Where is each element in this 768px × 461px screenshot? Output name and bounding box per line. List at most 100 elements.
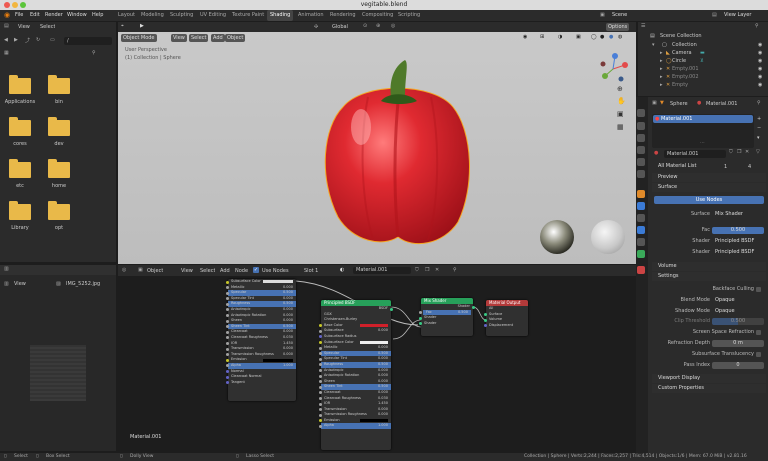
workspace-tab[interactable]: Scripting [395, 10, 423, 21]
visibility-icon[interactable]: ◉ [523, 34, 527, 40]
duplicate-icon[interactable]: ❐ [737, 149, 741, 155]
principled-bsdf-node[interactable]: Principled BSDF BSDF GGX Christensen-Bur… [319, 300, 393, 450]
scene-tab-icon[interactable] [637, 158, 645, 166]
sst-checkbox[interactable] [756, 352, 761, 357]
color-swatch[interactable] [263, 280, 293, 284]
expand-icon[interactable]: ▸ [660, 57, 663, 65]
outliner-item[interactable]: Collection [672, 41, 697, 49]
new-folder-icon[interactable]: ▭ [50, 37, 55, 43]
expand-icon[interactable]: ▸ [660, 65, 663, 73]
pass-index-field[interactable]: 0 [712, 362, 764, 369]
filter-icon[interactable]: ⚲ [92, 50, 96, 56]
outliner-item[interactable]: Empty.001 [672, 65, 699, 73]
input-socket[interactable] [226, 353, 229, 357]
input-socket[interactable] [484, 324, 487, 328]
mix-shader-node[interactable]: Mix Shader Shader Fac 0.500 Shader Shader [419, 298, 475, 336]
input-socket[interactable] [226, 291, 229, 295]
select-tool-icon[interactable]: ▶ [140, 23, 144, 29]
shading-rendered-icon[interactable]: ◍ [618, 34, 622, 40]
input-socket[interactable] [319, 385, 322, 389]
file-select-menu[interactable]: Select [40, 24, 55, 30]
material-output-node[interactable]: Material Output All Surface Volume Displ… [484, 300, 528, 336]
input-socket[interactable] [319, 391, 322, 395]
input-socket[interactable] [319, 341, 322, 345]
folder-icon[interactable] [9, 201, 31, 220]
expand-icon[interactable]: ▾ [652, 41, 655, 49]
context-material[interactable]: Material.001 [706, 101, 737, 107]
close-window-button[interactable] [4, 2, 10, 8]
context-object[interactable]: Sphere [670, 101, 688, 107]
transform-orientation-icon[interactable]: ✣ [314, 24, 318, 30]
input-socket[interactable] [226, 319, 229, 323]
menu-render[interactable]: Render [45, 10, 63, 21]
constraints-tab-icon[interactable] [637, 238, 645, 246]
viewport-display-section-header[interactable]: Viewport Display [652, 374, 766, 383]
slot-menu-icon[interactable]: ▾ [757, 135, 760, 141]
input-socket[interactable] [319, 413, 322, 417]
viewport-3d[interactable]: Object Mode View Select Add Object User … [118, 32, 636, 264]
output-socket[interactable] [390, 307, 393, 311]
workspace-tab[interactable]: Rendering [327, 10, 359, 21]
editor-type-icon[interactable]: ☰ [641, 23, 645, 29]
input-socket[interactable] [484, 313, 487, 317]
view-layer-tab-icon[interactable] [637, 146, 645, 154]
workspace-tab[interactable]: Modeling [138, 10, 167, 21]
material-slot-list[interactable]: Material.001 ● ⋯ [652, 114, 754, 148]
fake-user-icon[interactable]: ⛉ [729, 149, 733, 155]
viewport-view-menu[interactable]: View [171, 34, 187, 42]
orientation-value[interactable]: Global [332, 24, 348, 30]
material-browse-icon[interactable]: ● [654, 150, 658, 156]
filter-icon[interactable]: ⚲ [755, 23, 759, 29]
fac-slider[interactable]: 0.500 [712, 227, 764, 234]
input-socket[interactable] [319, 329, 322, 333]
outliner-item[interactable]: Camera [672, 49, 692, 57]
volume-section-header[interactable]: Volume [652, 262, 766, 271]
color-swatch[interactable] [360, 324, 388, 328]
folder-icon[interactable] [48, 117, 70, 136]
image-view-menu[interactable]: View [14, 281, 26, 287]
node-socket-row[interactable]: Displacement [484, 323, 528, 329]
menu-window[interactable]: Window [67, 10, 87, 21]
pivot-icon[interactable]: ⊙ [363, 23, 367, 29]
object-tab-icon[interactable] [637, 190, 645, 198]
back-icon[interactable]: ◀ [4, 37, 8, 43]
expand-icon[interactable]: ▸ [660, 73, 663, 81]
backface-checkbox[interactable] [756, 287, 761, 292]
workspace-tab[interactable]: Layout [115, 10, 138, 21]
material-name-field[interactable]: Material.001 [664, 150, 726, 158]
input-socket[interactable] [419, 322, 422, 326]
color-swatch[interactable] [360, 340, 388, 344]
color-swatch[interactable] [263, 358, 293, 362]
forward-icon[interactable]: ▶ [14, 37, 18, 43]
input-socket[interactable] [319, 397, 322, 400]
input-socket[interactable] [319, 363, 322, 367]
material-slot-item[interactable]: Material.001 [653, 115, 753, 123]
camera-view-icon[interactable]: ▣ [617, 110, 624, 118]
workspace-tab[interactable]: Animation [295, 10, 327, 21]
menu-edit[interactable]: Edit [30, 10, 40, 21]
node-editor[interactable]: ◎ ▣ Object View Select Add Node ✓ Use No… [118, 265, 648, 451]
xray-icon[interactable]: ▣ [576, 34, 581, 40]
editor-type-icon[interactable]: ⌖ [121, 23, 124, 29]
node-socket-row[interactable]: Shader [419, 321, 473, 327]
display-mode-icon[interactable]: ▦ [4, 50, 9, 56]
parent-dir-icon[interactable]: ⤴ [25, 37, 30, 44]
input-socket[interactable] [226, 336, 229, 340]
pan-icon[interactable]: ✋ [617, 97, 626, 105]
zoom-icon[interactable]: ⊕ [617, 85, 623, 93]
physics-tab-icon[interactable] [637, 226, 645, 234]
surface-section-header[interactable]: Surface [652, 183, 766, 192]
input-socket[interactable] [419, 311, 422, 315]
output-tab-icon[interactable] [637, 134, 645, 142]
link-dropdown-icon[interactable]: ▽ [756, 149, 760, 155]
properties-editor-icon[interactable]: ▣ [652, 100, 657, 106]
remove-slot-icon[interactable]: − [757, 125, 761, 131]
shader1-dropdown[interactable]: Principled BSDF [712, 238, 764, 245]
image-name[interactable]: IMG_5252.jpg [66, 281, 100, 287]
perspective-toggle-icon[interactable]: ▦ [617, 123, 624, 131]
folder-icon[interactable] [9, 117, 31, 136]
ssr-checkbox[interactable] [756, 330, 761, 335]
shading-material-icon[interactable]: ● [609, 34, 613, 40]
blend-mode-dropdown[interactable]: Opaque [712, 297, 764, 304]
menu-help[interactable]: Help [92, 10, 103, 21]
